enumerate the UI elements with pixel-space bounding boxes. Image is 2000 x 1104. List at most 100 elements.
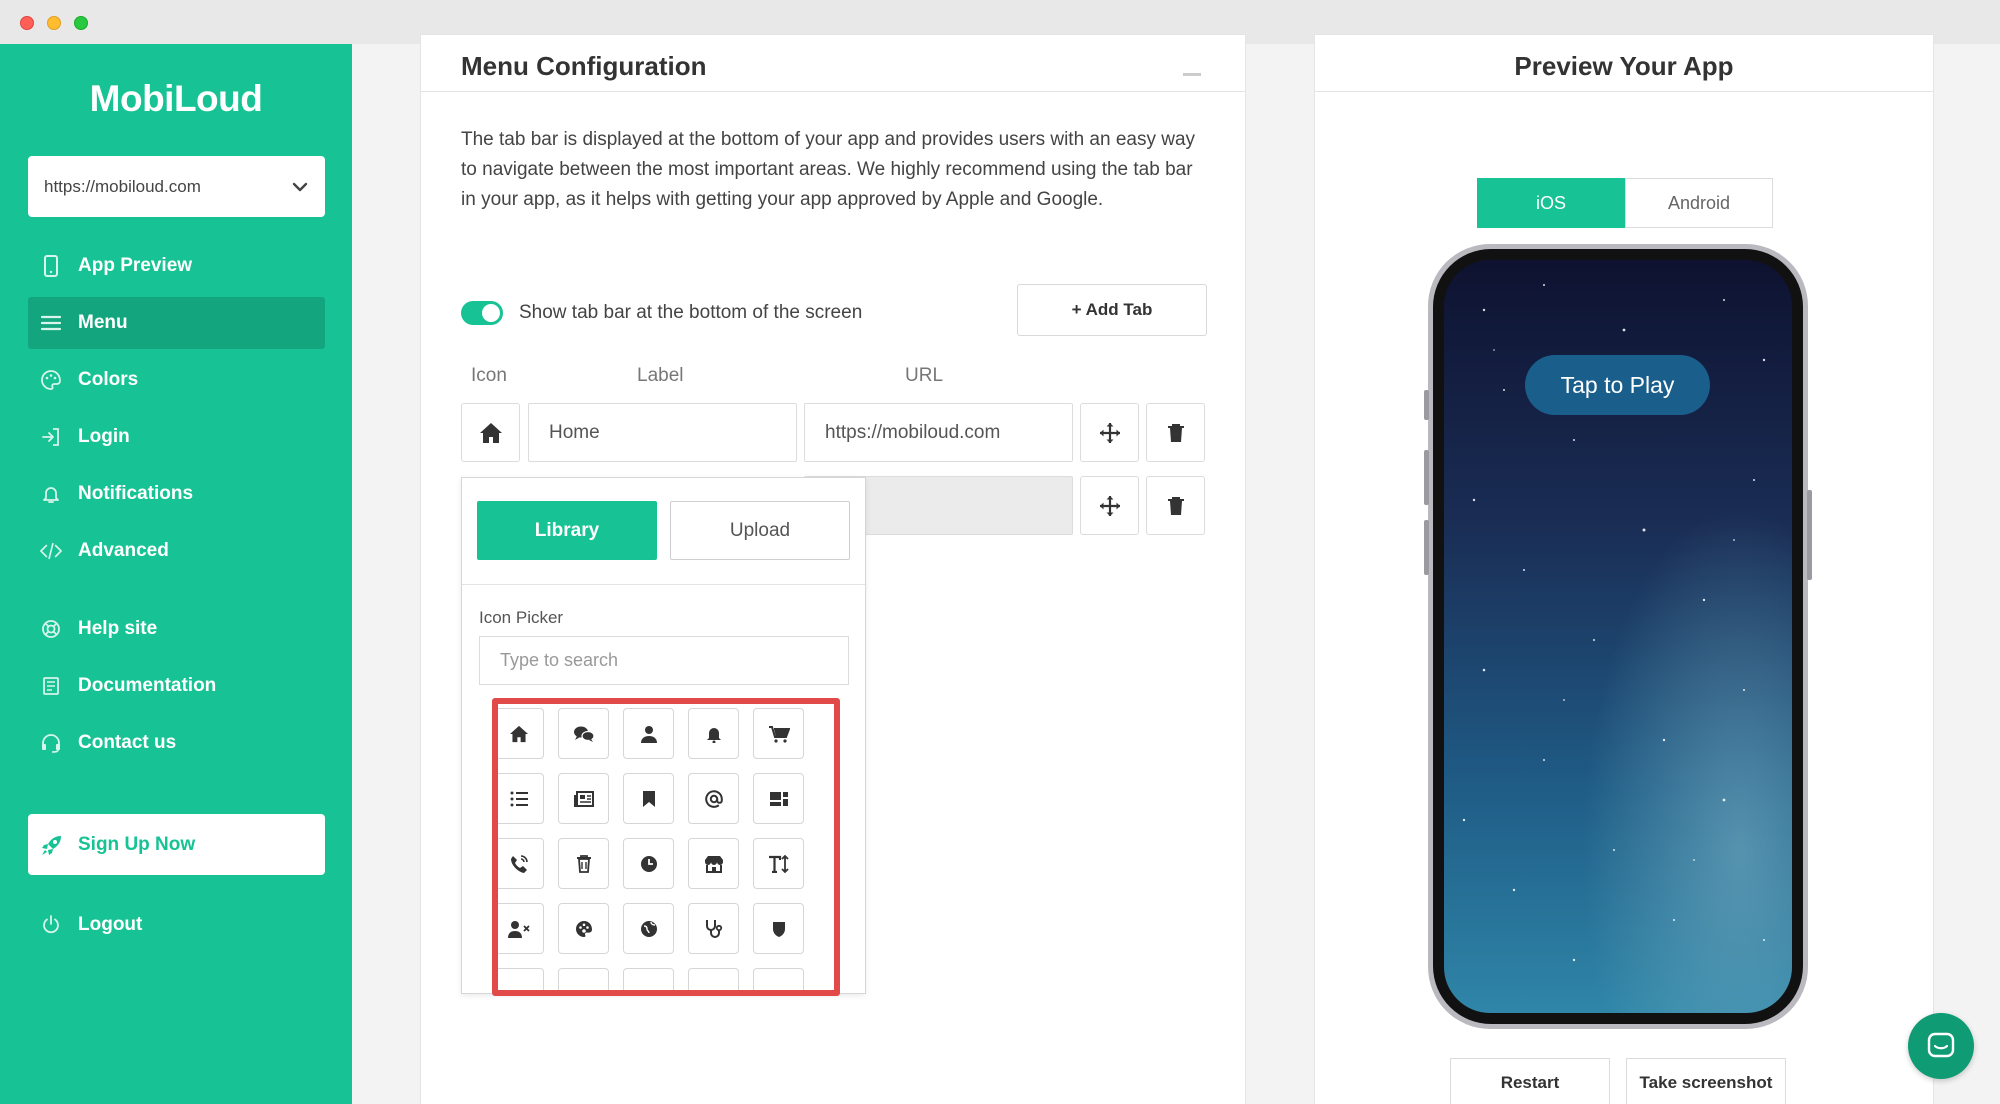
- sidebar-item-menu[interactable]: Menu: [28, 297, 325, 349]
- restart-button[interactable]: Restart: [1450, 1058, 1610, 1104]
- sidebar-item-app-preview[interactable]: App Preview: [28, 240, 325, 292]
- tab-bar-toggle[interactable]: [461, 301, 503, 325]
- at-icon: [704, 789, 723, 808]
- icon-option[interactable]: [558, 903, 609, 954]
- icon-option[interactable]: [493, 773, 544, 824]
- window-minimize-button[interactable]: [47, 16, 61, 30]
- icon-option[interactable]: [753, 838, 804, 889]
- sidebar-item-advanced[interactable]: Advanced: [28, 525, 325, 577]
- icon-option[interactable]: [688, 903, 739, 954]
- newspaper-icon: [573, 790, 594, 807]
- layout-icon: [769, 791, 789, 807]
- tab-bar-toggle-label: Show tab bar at the bottom of the screen: [519, 302, 863, 323]
- icon-picker-label: Icon Picker: [479, 608, 564, 627]
- sidebar-item-login[interactable]: Login: [28, 411, 325, 463]
- icon-option[interactable]: [688, 708, 739, 759]
- palette-icon: [575, 920, 593, 938]
- book-icon: [40, 675, 62, 697]
- move-icon: [1099, 495, 1121, 517]
- column-header-icon: Icon: [471, 365, 507, 386]
- icon-search-input[interactable]: Type to search: [479, 636, 849, 685]
- logout-label: Logout: [78, 914, 143, 935]
- text-height-icon: [768, 854, 790, 873]
- icon-option[interactable]: [623, 773, 674, 824]
- upload-tab[interactable]: Upload: [670, 501, 850, 560]
- sidebar-item-notifications[interactable]: Notifications: [28, 468, 325, 520]
- phone-call-icon: [510, 854, 528, 873]
- tab-ios[interactable]: iOS: [1477, 178, 1625, 228]
- chevron-down-icon: [291, 178, 309, 196]
- globe-icon: [640, 920, 658, 938]
- sidebar-item-label: Advanced: [78, 540, 169, 561]
- home-icon: [479, 422, 503, 444]
- icon-option[interactable]: [493, 968, 544, 991]
- clock-icon: [640, 855, 658, 873]
- trash-icon: [1167, 496, 1185, 516]
- window-close-button[interactable]: [20, 16, 34, 30]
- bell-icon: [705, 725, 723, 743]
- sign-up-label: Sign Up Now: [78, 833, 196, 855]
- tab-icon-selector[interactable]: [461, 403, 520, 462]
- icon-option[interactable]: [558, 773, 609, 824]
- icon-option[interactable]: [753, 708, 804, 759]
- icon-option[interactable]: [623, 708, 674, 759]
- drag-handle[interactable]: [1080, 476, 1139, 535]
- bookmark-icon: [642, 790, 656, 808]
- tab-url-input[interactable]: https://mobiloud.com: [804, 403, 1073, 462]
- list-icon: [510, 791, 528, 807]
- icon-option[interactable]: [688, 968, 739, 991]
- sidebar-item-label: Documentation: [78, 675, 217, 696]
- config-title: Menu Configuration: [461, 51, 707, 81]
- cart-icon: [768, 725, 790, 743]
- window-maximize-button[interactable]: [74, 16, 88, 30]
- library-tab[interactable]: Library: [477, 501, 657, 560]
- trash-icon: [1167, 423, 1185, 443]
- icon-option[interactable]: [753, 773, 804, 824]
- sidebar-item-label: Contact us: [78, 732, 177, 753]
- icon-option[interactable]: [623, 838, 674, 889]
- icon-option[interactable]: [493, 708, 544, 759]
- sign-up-button[interactable]: Sign Up Now: [28, 814, 325, 875]
- icon-option[interactable]: [558, 838, 609, 889]
- bell-icon: [40, 483, 62, 505]
- drag-handle[interactable]: [1080, 403, 1139, 462]
- config-description: The tab bar is displayed at the bottom o…: [461, 129, 1196, 210]
- icon-option[interactable]: [753, 903, 804, 954]
- sidebar-item-colors[interactable]: Colors: [28, 354, 325, 406]
- sidebar-item-help-site[interactable]: Help site: [28, 603, 325, 655]
- store-icon: [704, 855, 724, 873]
- config-header: Menu Configuration: [421, 35, 1245, 92]
- icon-option[interactable]: [753, 968, 804, 991]
- icon-grid: [479, 696, 849, 991]
- icon-option[interactable]: [623, 968, 674, 991]
- collapse-icon[interactable]: [1183, 73, 1201, 76]
- site-select-value: https://mobiloud.com: [44, 176, 201, 196]
- trash-icon: [576, 854, 592, 873]
- sidebar-item-documentation[interactable]: Documentation: [28, 660, 325, 712]
- tab-android[interactable]: Android: [1625, 178, 1773, 228]
- delete-tab-button[interactable]: [1146, 476, 1205, 535]
- icon-option[interactable]: [623, 903, 674, 954]
- site-select[interactable]: https://mobiloud.com: [28, 156, 325, 217]
- picker-tabs: Library Upload: [462, 478, 865, 585]
- delete-tab-button[interactable]: [1146, 403, 1205, 462]
- add-tab-button[interactable]: + Add Tab: [1017, 284, 1207, 336]
- user-remove-icon: [507, 920, 530, 938]
- icon-option[interactable]: [558, 968, 609, 991]
- home-icon: [509, 725, 529, 743]
- tap-to-play-button[interactable]: Tap to Play: [1525, 355, 1710, 415]
- icon-option[interactable]: [493, 838, 544, 889]
- icon-option[interactable]: [688, 773, 739, 824]
- menu-icon: [40, 312, 62, 334]
- comments-icon: [573, 725, 595, 743]
- take-screenshot-button[interactable]: Take screenshot: [1626, 1058, 1786, 1104]
- icon-option[interactable]: [688, 838, 739, 889]
- user-icon: [640, 725, 658, 743]
- logout-button[interactable]: Logout: [28, 899, 325, 951]
- sidebar-item-contact-us[interactable]: Contact us: [28, 717, 325, 769]
- icon-option[interactable]: [558, 708, 609, 759]
- icon-option[interactable]: [493, 903, 544, 954]
- chat-button[interactable]: [1908, 1013, 1974, 1079]
- tab-label-input[interactable]: Home: [528, 403, 797, 462]
- sidebar-item-label: App Preview: [78, 255, 193, 276]
